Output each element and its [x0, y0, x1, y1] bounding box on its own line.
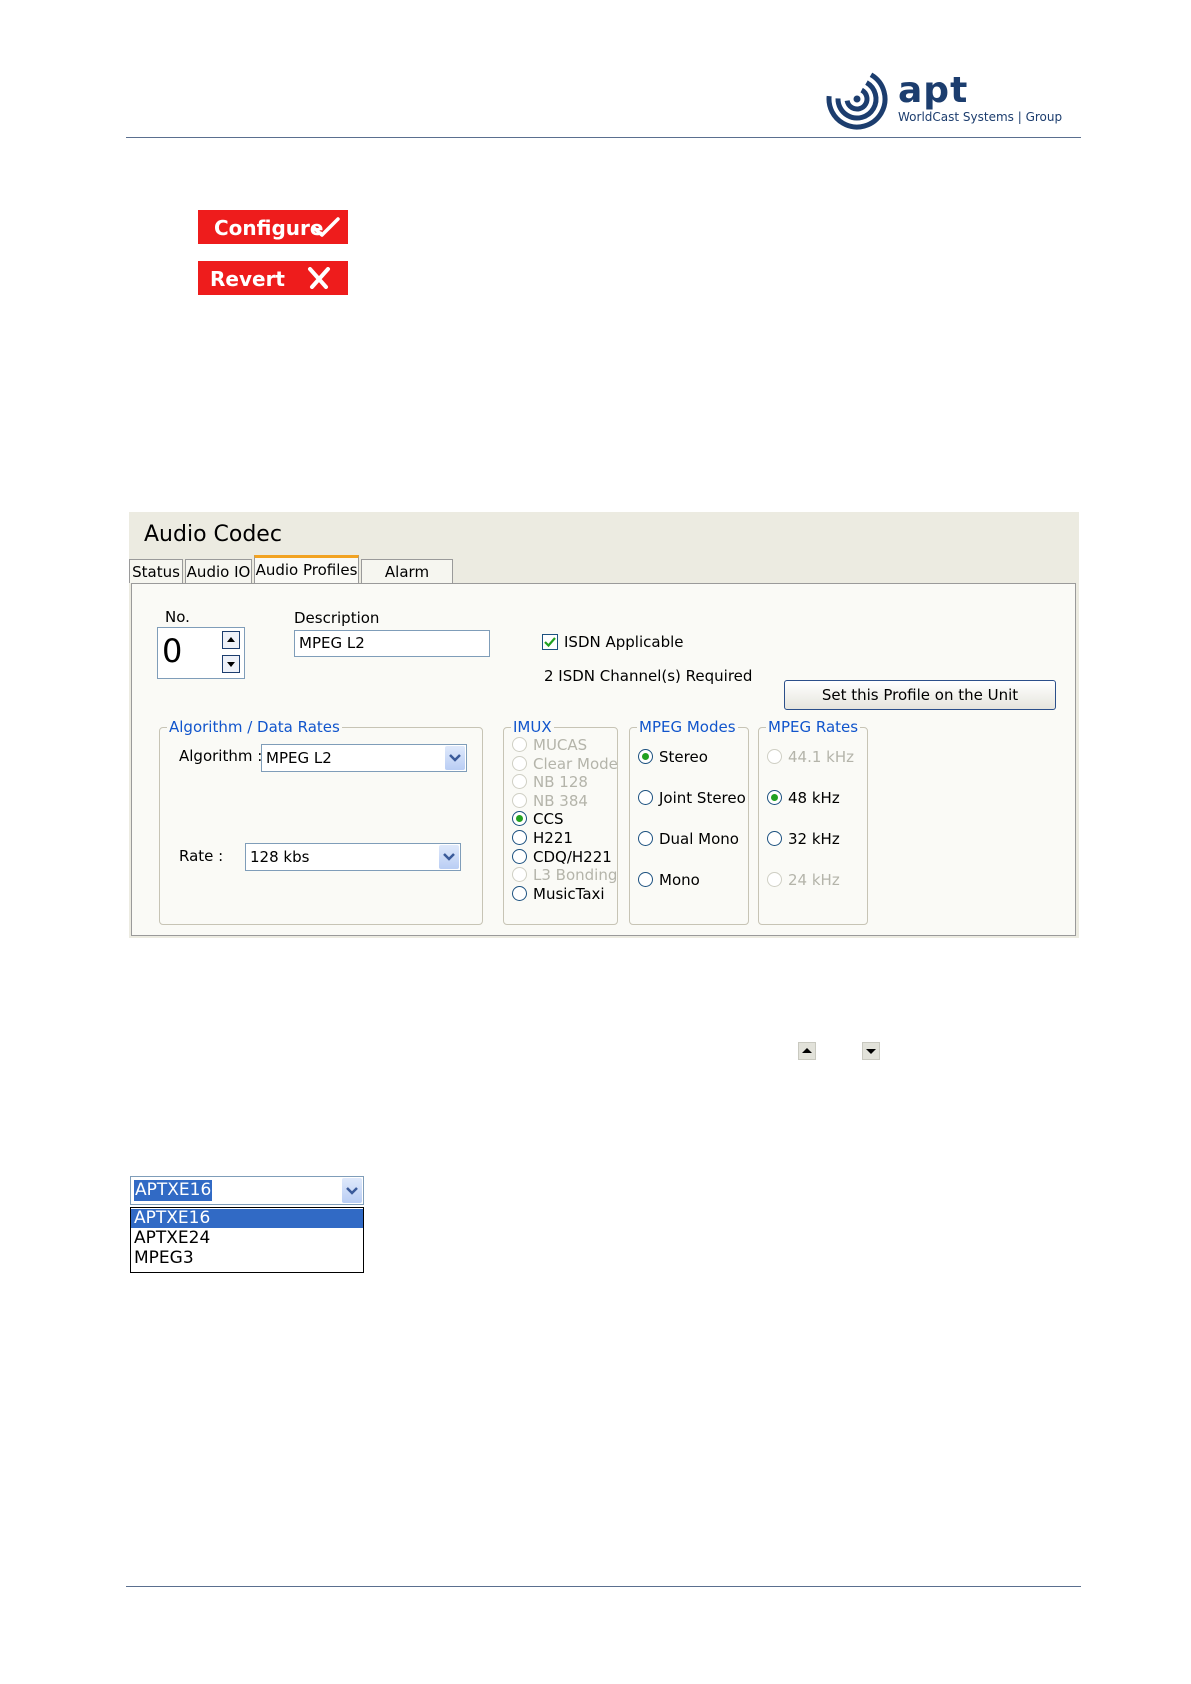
dropdown-option[interactable]: APTXE24 — [131, 1229, 363, 1248]
radio-indicator — [512, 774, 527, 790]
radio-indicator — [512, 885, 527, 901]
radio-label: CCS — [533, 810, 564, 829]
isdn-applicable-checkbox[interactable] — [542, 634, 558, 650]
radio-indicator — [638, 749, 653, 764]
radio-label: MUCAS — [533, 736, 588, 754]
logo-wordmark: apt — [898, 70, 969, 111]
down-arrow-button-sample — [862, 1042, 880, 1060]
radio-label: 44.1 kHz — [788, 748, 855, 766]
rate-value: 128 kbs — [250, 848, 310, 866]
profile-number-value: 0 — [162, 632, 183, 670]
revert-label: Revert — [210, 267, 285, 291]
dropdown-button[interactable] — [342, 1178, 362, 1203]
radio-label: Joint Stereo — [659, 789, 746, 807]
chevron-down-icon — [443, 853, 455, 861]
rate-select[interactable]: 128 kbs — [245, 843, 461, 871]
radio-indicator — [638, 872, 653, 887]
radio-label: H221 — [533, 829, 573, 847]
radio-indicator — [767, 749, 782, 764]
radio-indicator — [767, 831, 782, 846]
arrow-down-icon — [227, 662, 235, 667]
mpeg-modes-group-title: MPEG Modes — [637, 718, 738, 736]
algorithm-dropdown-button[interactable] — [445, 746, 465, 770]
radio-indicator — [512, 792, 527, 808]
mpeg-rates-group-title: MPEG Rates — [766, 718, 861, 736]
checkmark-icon — [312, 217, 340, 237]
radio-label: 32 kHz — [788, 830, 840, 848]
radio-indicator — [767, 872, 782, 887]
tab-status[interactable]: Status — [129, 559, 183, 583]
isdn-channels-text: 2 ISDN Channel(s) Required — [544, 667, 753, 685]
radio-indicator — [512, 811, 527, 827]
radio-label: MusicTaxi — [533, 884, 605, 903]
algorithm-group-title: Algorithm / Data Rates — [167, 718, 342, 736]
radio-label: NB 384 — [533, 791, 588, 810]
rate-dropdown-button[interactable] — [439, 845, 459, 869]
radio-indicator — [512, 830, 527, 845]
algorithm-label: Algorithm : — [179, 747, 263, 765]
algorithm-dropdown-sample: APTXE16 APTXE16 APTXE24 MPEG3 — [130, 1176, 364, 1276]
radio-label: Stereo — [659, 748, 708, 766]
radio-label: CDQ/H221 — [533, 847, 612, 866]
algorithm-data-rates-group: Algorithm / Data Rates Algorithm : MPEG … — [159, 718, 483, 925]
dropdown-current-value: APTXE16 — [134, 1180, 213, 1201]
isdn-applicable-label: ISDN Applicable — [564, 633, 684, 651]
chevron-down-icon — [346, 1187, 358, 1195]
radio-indicator — [512, 867, 527, 883]
algorithm-value: MPEG L2 — [266, 749, 332, 767]
logo-tagline: WorldCast Systems | Group — [898, 110, 1063, 124]
set-profile-button[interactable]: Set this Profile on the Unit — [784, 680, 1056, 710]
checkmark-icon — [544, 637, 556, 648]
mpeg-rates-group: MPEG Rates 44.1 kHz 48 kHz 32 kHz 24 kHz — [758, 718, 868, 925]
rate-label: Rate : — [179, 847, 224, 865]
radio-label: 24 kHz — [788, 871, 840, 889]
footer-divider — [126, 1586, 1081, 1587]
revert-button[interactable]: Revert — [198, 261, 348, 295]
cross-icon — [308, 267, 330, 289]
dropdown-combobox[interactable]: APTXE16 — [130, 1176, 364, 1205]
up-arrow-button-sample — [798, 1042, 816, 1060]
tab-audio-io[interactable]: Audio IO — [185, 559, 252, 583]
dropdown-list: APTXE16 APTXE24 MPEG3 — [130, 1207, 364, 1273]
window-title: Audio Codec — [144, 522, 282, 547]
tab-audio-profiles[interactable]: Audio Profiles — [254, 555, 359, 585]
audio-profiles-panel: No. 0 Description MPEG L2 ISDN Applicabl… — [131, 583, 1076, 936]
profile-number-stepper[interactable]: 0 — [157, 627, 245, 679]
arrow-down-icon — [866, 1049, 876, 1054]
apt-logo: apt WorldCast Systems | Group — [826, 68, 1080, 134]
tab-alarm-config[interactable]: Alarm Config — [361, 559, 453, 605]
radio-indicator — [512, 848, 527, 864]
algorithm-select[interactable]: MPEG L2 — [261, 744, 467, 772]
header-divider — [126, 137, 1081, 138]
chevron-down-icon — [449, 754, 461, 762]
increment-button[interactable] — [222, 631, 240, 649]
no-label: No. — [165, 608, 190, 626]
arrow-up-icon — [802, 1048, 812, 1053]
configure-button[interactable]: Configure — [198, 210, 348, 244]
description-input[interactable]: MPEG L2 — [294, 630, 490, 657]
radio-label: NB 128 — [533, 773, 588, 792]
arrow-up-icon — [227, 637, 235, 642]
radio-indicator — [638, 790, 653, 805]
imux-group-title: IMUX — [511, 718, 554, 736]
mpeg-modes-group: MPEG Modes Stereo Joint Stereo Dual Mono Mo… — [629, 718, 749, 925]
radio-label: Mono — [659, 871, 700, 889]
radio-label: Clear Mode — [533, 754, 618, 773]
radio-label: 48 kHz — [788, 789, 840, 807]
radio-label: L3 Bonding — [533, 866, 618, 885]
configure-label: Configure — [214, 216, 324, 240]
decrement-button[interactable] — [222, 655, 240, 673]
radio-indicator — [512, 755, 527, 771]
description-label: Description — [294, 609, 380, 627]
dropdown-option[interactable]: MPEG3 — [131, 1249, 363, 1268]
apt-wave-logo-icon — [826, 68, 888, 130]
radio-indicator — [512, 737, 527, 752]
audio-codec-window: Audio Codec Status Audio IO Audio Profil… — [129, 512, 1079, 938]
dropdown-option[interactable]: APTXE16 — [131, 1209, 363, 1228]
radio-label: Dual Mono — [659, 830, 739, 848]
radio-indicator — [638, 831, 653, 846]
radio-indicator — [767, 790, 782, 805]
imux-group: IMUX MUCAS Clear Mode NB 128 NB 384 CCS H221 C… — [503, 718, 618, 925]
